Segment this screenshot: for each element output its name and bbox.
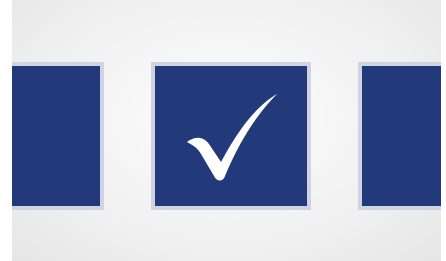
tile-right[interactable] (358, 62, 441, 210)
checkmark-icon (179, 84, 283, 188)
carousel-stage (12, 0, 441, 261)
tile-center-selected[interactable] (151, 62, 311, 210)
tile-left[interactable] (12, 62, 104, 210)
